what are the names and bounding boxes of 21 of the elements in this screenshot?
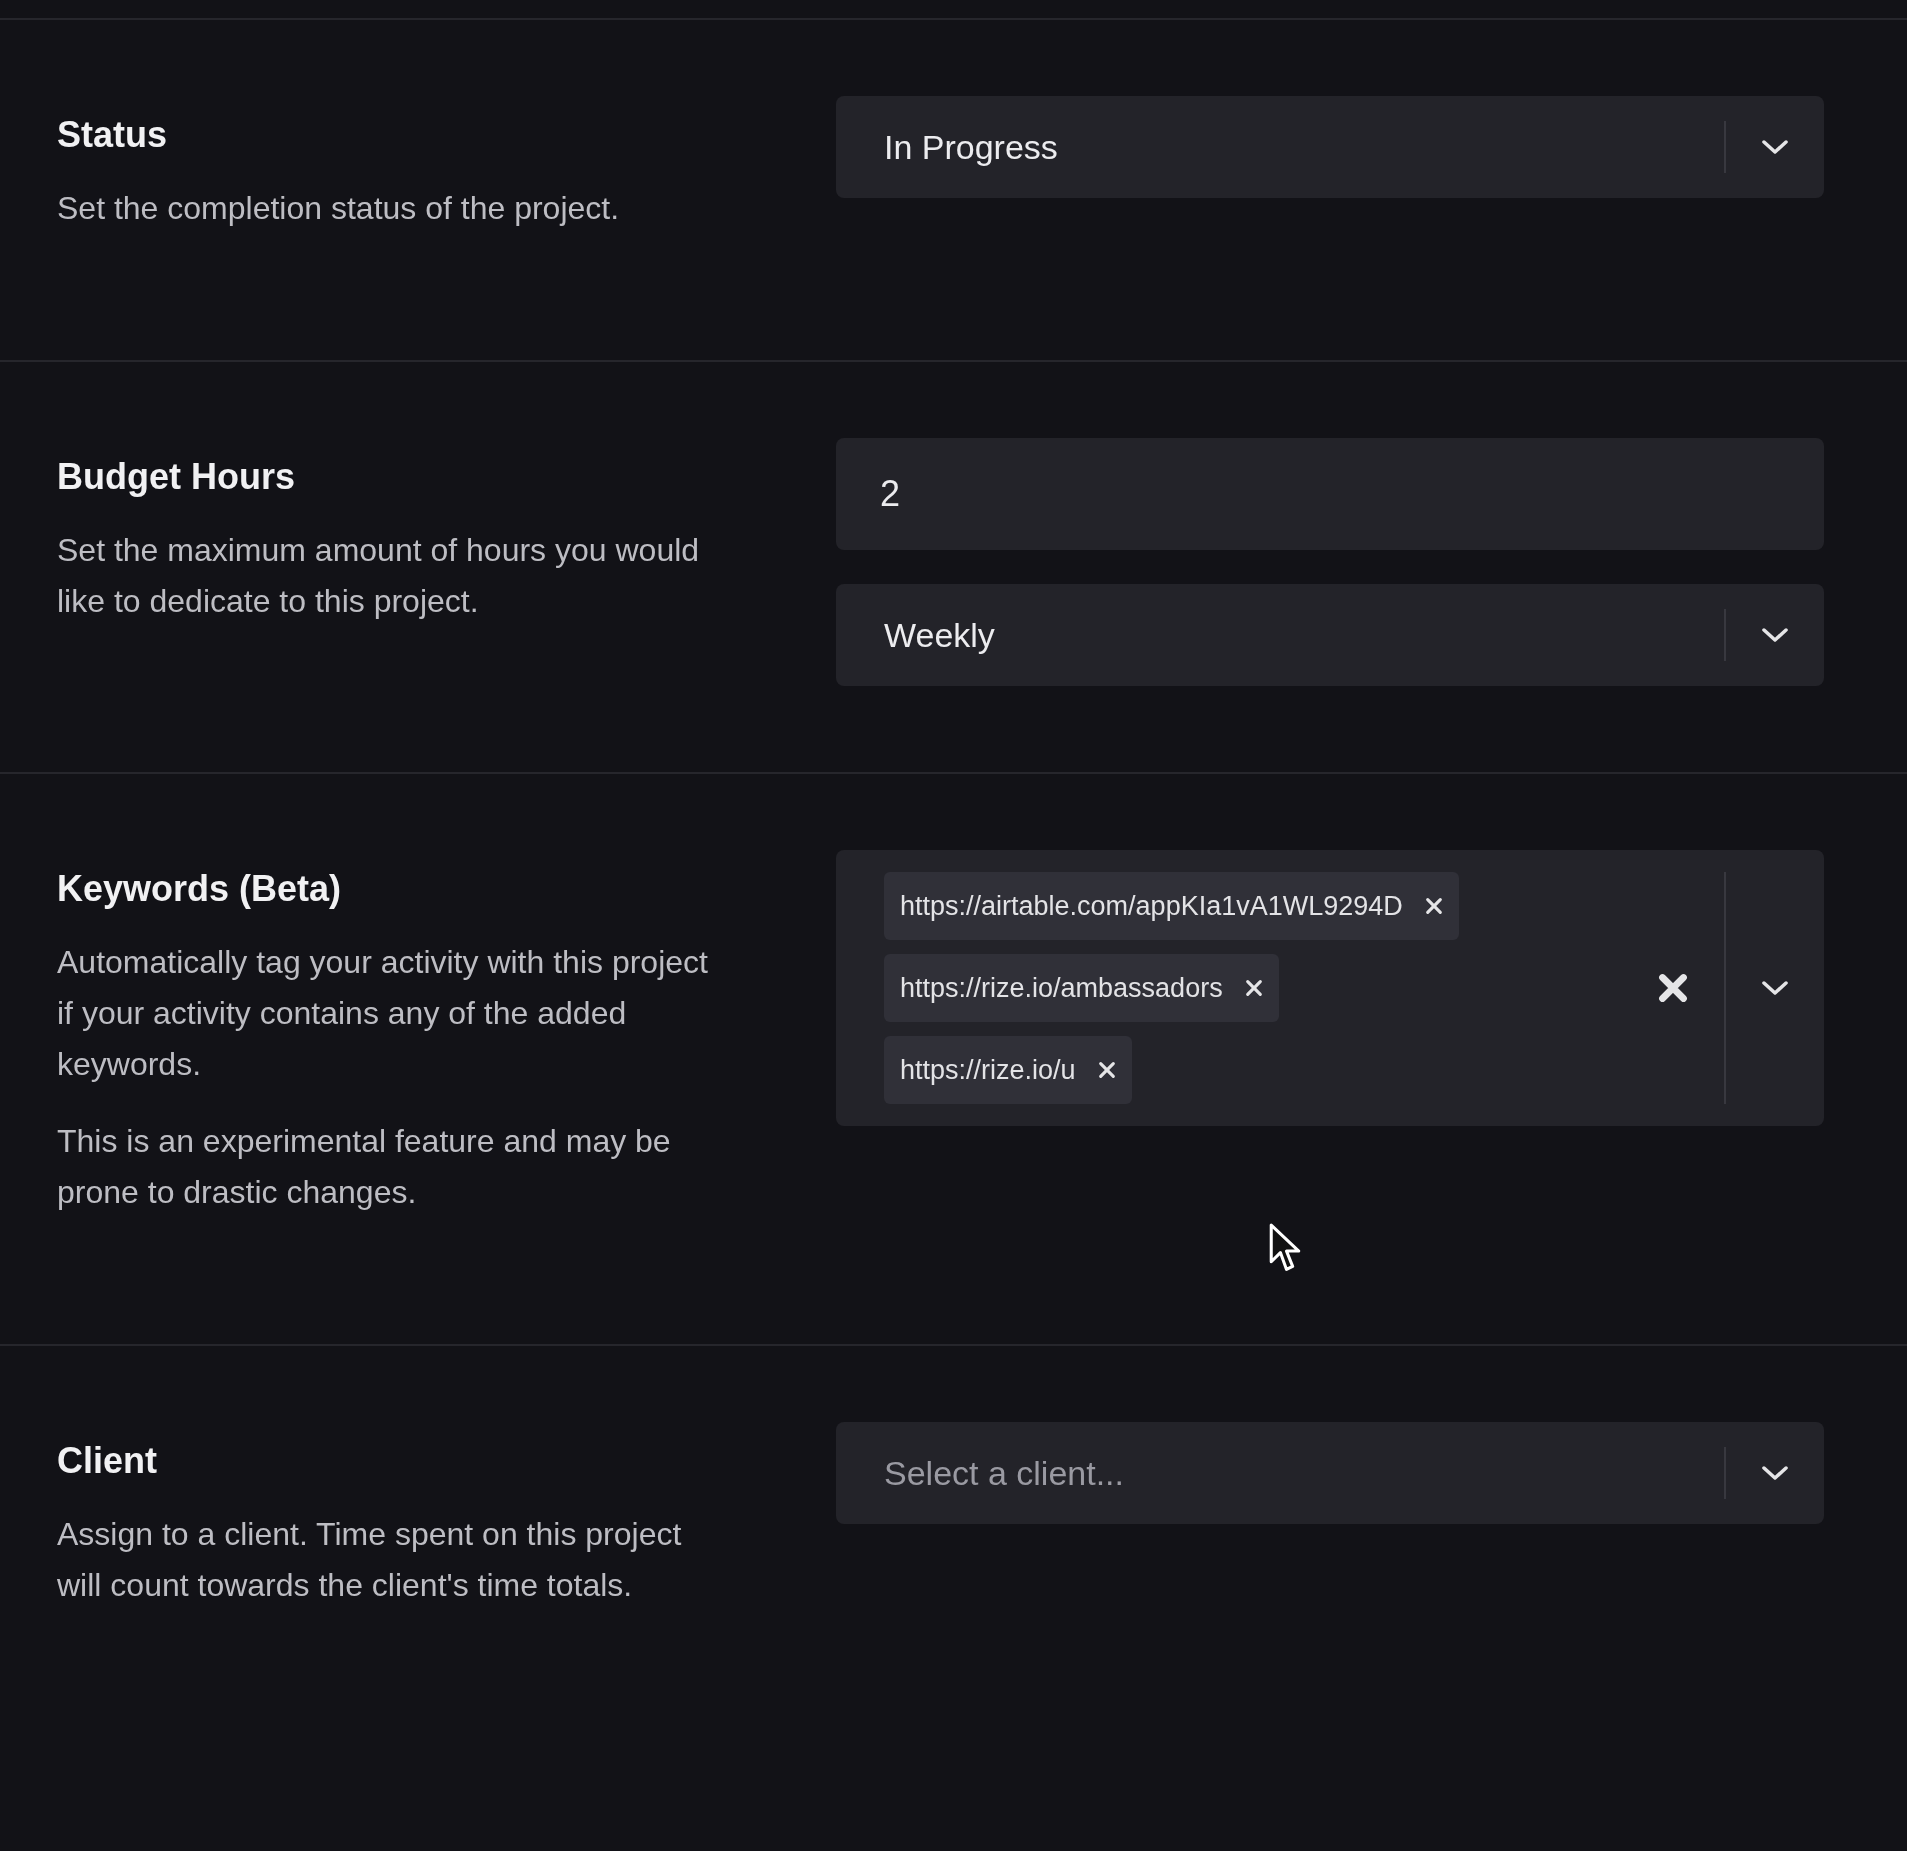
section-title: Budget Hours — [57, 455, 296, 499]
section-title: Client — [57, 1439, 158, 1483]
select-placeholder: Select a client... — [883, 1452, 1125, 1494]
section-description: Automatically tag your activity with this project if your activity contains any of the added keywords. — [57, 943, 709, 1084]
select-value: In Progress — [883, 126, 1059, 168]
keywords-field[interactable]: https://airtable.com/appKIa1vA1WL9294D https://rize.io/ambassadors https://rize.io/u — [836, 850, 1824, 1126]
select-field[interactable]: Select a client... — [836, 1422, 1824, 1524]
section-description: Set the maximum amount of hours you would like to dedicate to this project. — [57, 531, 701, 621]
section-title: Keywords (Beta) — [57, 867, 343, 911]
select-field[interactable]: Weekly — [836, 584, 1824, 686]
section-description: Assign to a client. Time spent on this project will count towards the client's time totals. — [57, 1515, 683, 1605]
tag-label: https://rize.io/u — [900, 1053, 1076, 1087]
input-value: 2 — [880, 472, 901, 516]
tag-label: https://airtable.com/appKIa1vA1WL9294D — [900, 889, 1403, 923]
section-description: Set the completion status of the project. — [57, 189, 621, 228]
select-value: Weekly — [883, 614, 996, 656]
tag-label: https://rize.io/ambassadors — [900, 971, 1223, 1005]
select-field[interactable]: In Progress — [836, 96, 1824, 198]
section-title: Status — [57, 113, 169, 157]
section-description: This is an experimental feature and may be prone to drastic changes. — [57, 1122, 672, 1212]
number-input-field[interactable]: 2 — [836, 438, 1824, 550]
